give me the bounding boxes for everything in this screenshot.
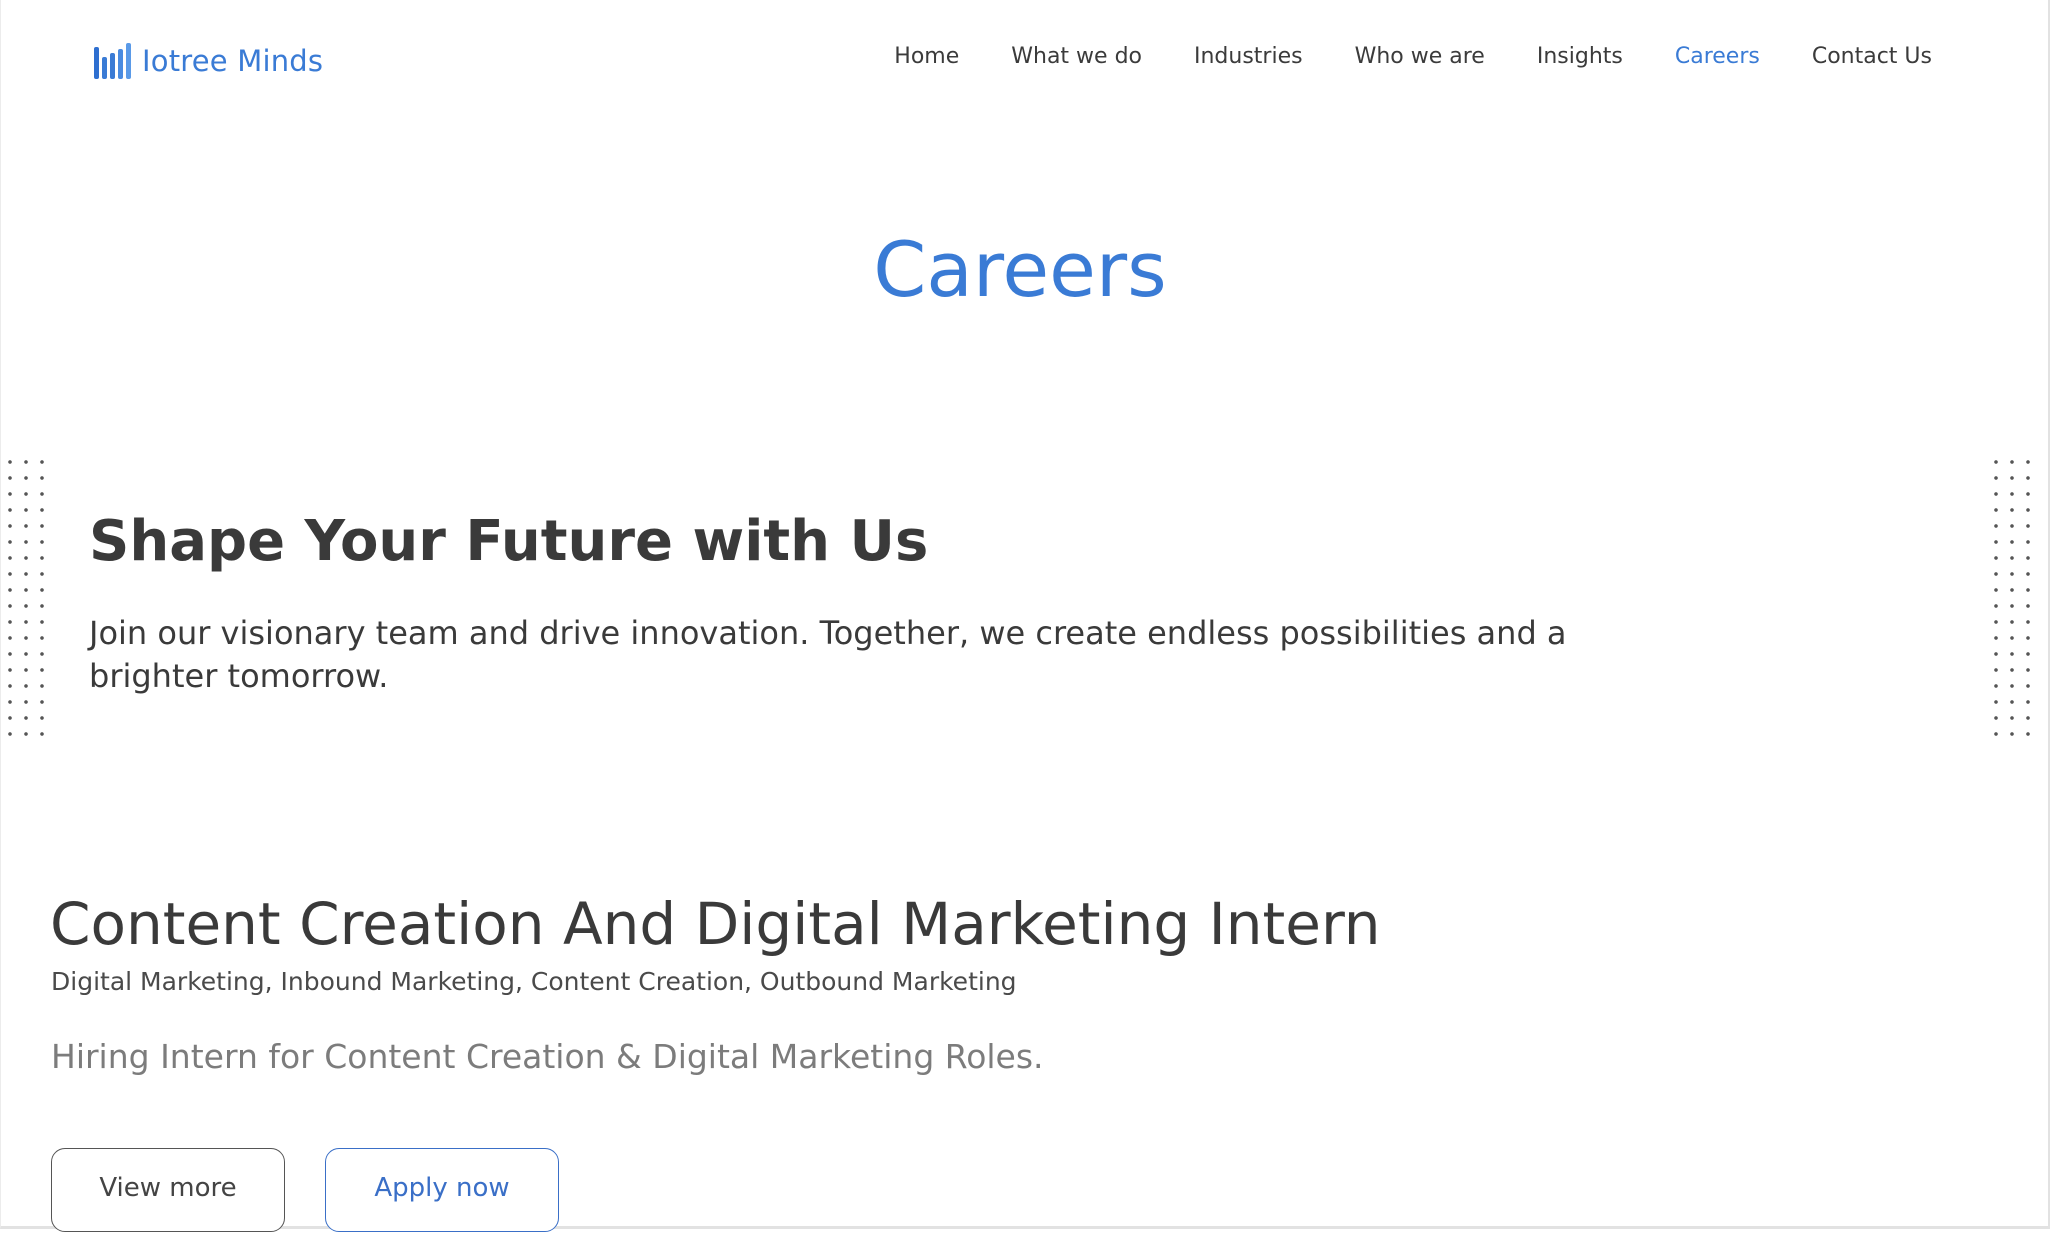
nav-item-contact-us[interactable]: Contact Us — [1812, 44, 1932, 69]
hero-subtext: Join our visionary team and drive innova… — [89, 614, 1567, 696]
job-tags: Digital Marketing, Inbound Marketing, Co… — [51, 967, 1017, 996]
bar-chart-logo-icon — [94, 43, 131, 79]
page-title: Careers — [873, 225, 1167, 314]
nav-item-home[interactable]: Home — [894, 44, 959, 69]
job-title: Content Creation And Digital Marketing I… — [50, 890, 1381, 958]
apply-now-button[interactable]: Apply now — [325, 1148, 559, 1232]
view-more-button[interactable]: View more — [51, 1148, 285, 1232]
nav-item-careers[interactable]: Careers — [1675, 44, 1760, 69]
nav-item-who-we-are[interactable]: Who we are — [1355, 44, 1485, 69]
dot-pattern-right — [1986, 452, 2040, 748]
nav-item-what-we-do[interactable]: What we do — [1011, 44, 1142, 69]
nav-item-industries[interactable]: Industries — [1194, 44, 1303, 69]
nav-item-insights[interactable]: Insights — [1537, 44, 1623, 69]
brand-logo[interactable]: Iotree Minds — [92, 40, 323, 82]
hero-heading: Shape Your Future with Us — [89, 509, 929, 574]
job-description: Hiring Intern for Content Creation & Dig… — [51, 1037, 1044, 1076]
main-nav: Home What we do Industries Who we are In… — [894, 44, 1932, 69]
dot-pattern-left — [0, 452, 54, 748]
brand-name: Iotree Minds — [142, 43, 324, 78]
